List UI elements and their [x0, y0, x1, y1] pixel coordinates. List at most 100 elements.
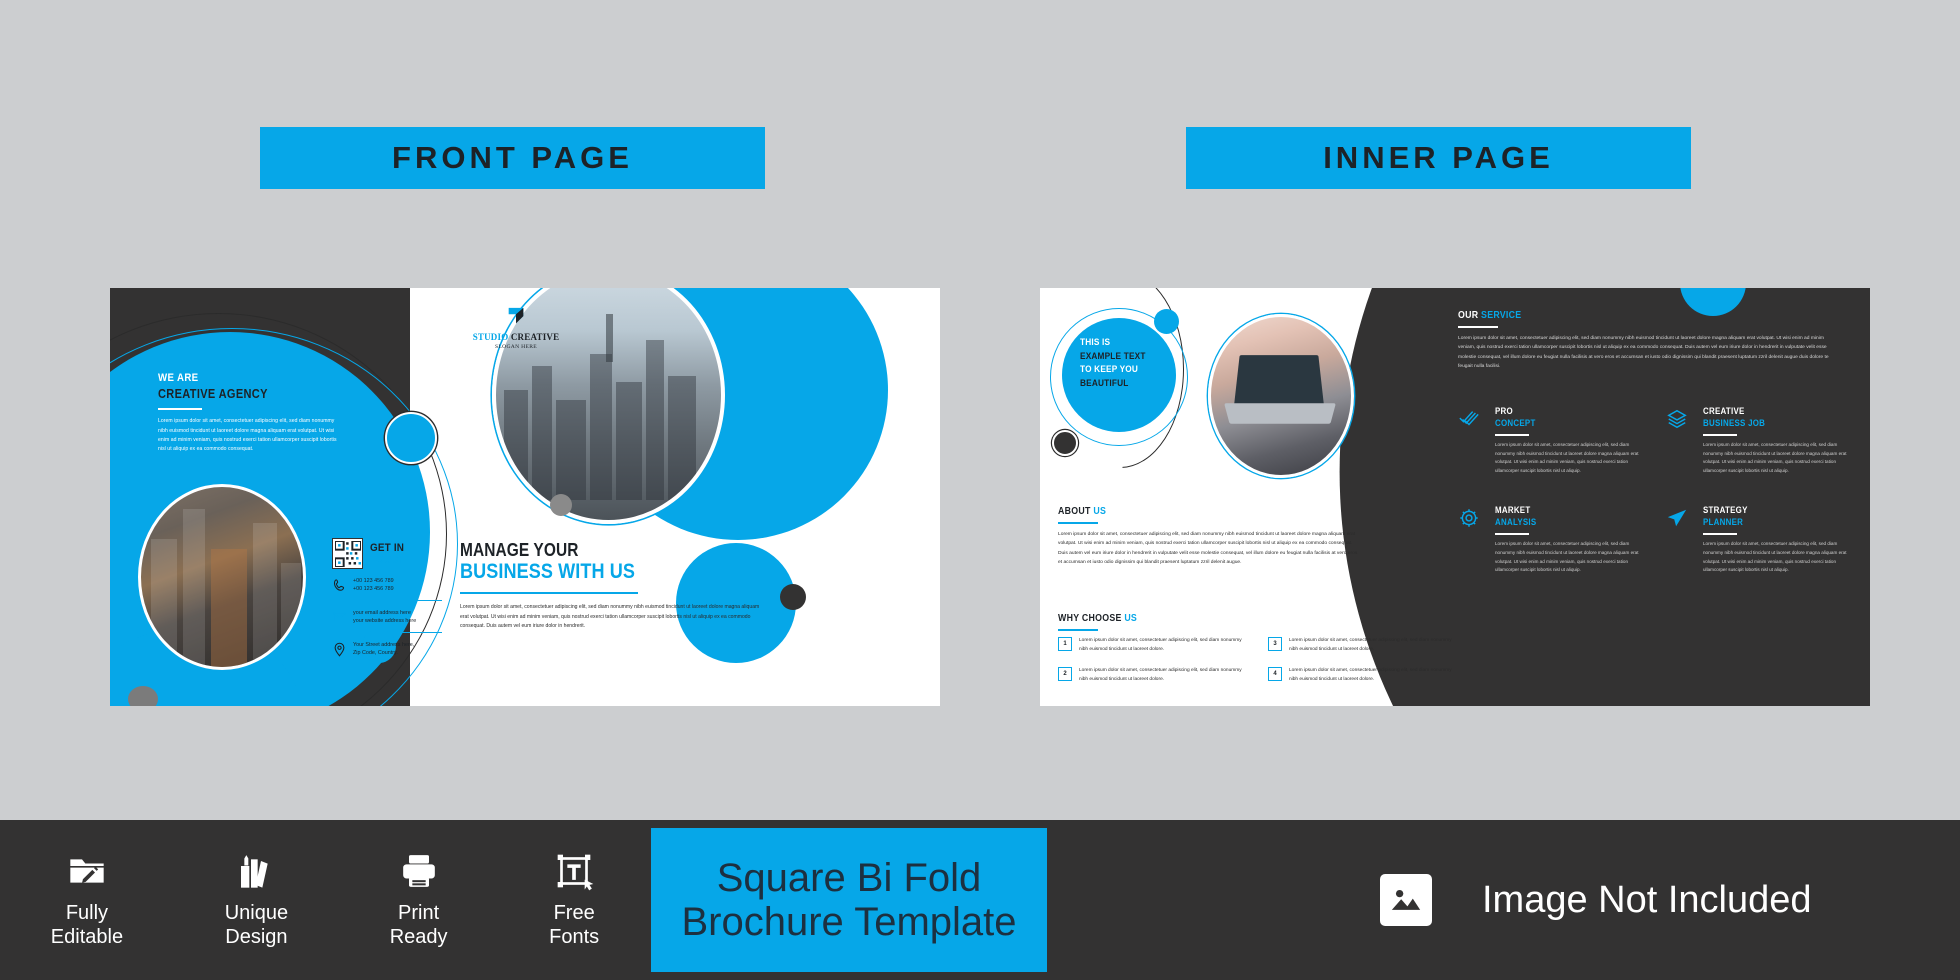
list-item: 3 Lorem ipsum dolor sit amet, consectetu… [1268, 637, 1458, 655]
feature-creative-business-job: CREATIVE BUSINESS JOB Lorem ipsum dolor … [1666, 406, 1858, 475]
headline-line2: BUSINESS WITH US [460, 560, 635, 583]
logo-word-creative: CREATIVE [510, 332, 560, 342]
inner-dark-dot [1052, 430, 1078, 456]
headline-body: Lorem ipsum dolor sit amet, consectetuer… [460, 604, 760, 629]
why-number-3: 3 [1268, 637, 1282, 652]
footer-bar: Fully Editable Unique Design Print Ready… [0, 820, 1960, 980]
website-text: your website address here [353, 618, 417, 625]
footer-feature-3-line2: Ready [389, 926, 448, 948]
why-text-4: Lorem ipsum dolor sit amet, consectetuer… [1289, 667, 1452, 682]
feature-title-2a: CREATIVE [1703, 406, 1745, 416]
quote-line4: BEAUTIFUL [1080, 377, 1129, 388]
why-title-part1: WHY CHOOSE [1058, 613, 1125, 624]
list-item: 2 Lorem ipsum dolor sit amet, consectetu… [1058, 666, 1248, 685]
laptop-screen [1233, 355, 1325, 407]
logo-wordmark: STUDIO CREATIVE [456, 332, 576, 342]
features-row-2: MARKET ANALYSIS Lorem ipsum dolor sit am… [1458, 505, 1858, 574]
feature-strategy-planner: STRATEGY PLANNER Lorem ipsum dolor sit a… [1666, 505, 1858, 574]
footer-feature-label-1: Fully Editable [51, 901, 123, 949]
feature-title-4b: PLANNER [1703, 517, 1744, 528]
quote-line1: THIS IS [1080, 337, 1111, 347]
our-service-section: OUR SERVICE Lorem ipsum dolor sit amet, … [1458, 310, 1838, 371]
headline-line1: MANAGE YOUR [460, 540, 579, 560]
books-ruler-icon [236, 851, 276, 891]
inner-blue-dot [1154, 309, 1179, 334]
get-in-touch-label: GET IN TOUCH [370, 542, 435, 566]
feature-divider-2 [1703, 434, 1737, 436]
about-body: Lorem ipsum dolor sit amet, consectetuer… [1058, 532, 1358, 565]
feature-market-text: MARKET ANALYSIS Lorem ipsum dolor sit am… [1489, 505, 1650, 574]
why-text-1: Lorem ipsum dolor sit amet, consectetuer… [1079, 638, 1242, 652]
laptop-base [1224, 403, 1336, 424]
footer-feature-unique-design: Unique Design [225, 851, 288, 949]
footer-feature-1-line1: Fully [65, 902, 109, 924]
why-choose-title: WHY CHOOSE US [1058, 613, 1410, 624]
feature-body-1: Lorem ipsum dolor sit amet, consectetuer… [1495, 442, 1639, 473]
footer-feature-list: Fully Editable Unique Design Print Ready… [0, 820, 650, 980]
feature-title-1a: PRO [1495, 406, 1513, 416]
feature-strategy-text: STRATEGY PLANNER Lorem ipsum dolor sit a… [1697, 505, 1858, 574]
address-text: Your Street address here, Zip Code, Coun… [353, 641, 414, 658]
why-title-part2: US [1124, 613, 1138, 624]
layers-icon [1666, 408, 1688, 430]
inner-quote-text: THIS IS EXAMPLE TEXT TO KEEP YOU BEAUTIF… [1080, 336, 1170, 390]
why-column-left: 1 Lorem ipsum dolor sit amet, consectetu… [1058, 637, 1248, 696]
front-page-banner: FRONT PAGE [260, 127, 765, 189]
footer-note-block: Image Not Included [1380, 820, 1812, 980]
logo-mark-icon [505, 306, 527, 328]
gear-icon [1458, 507, 1480, 529]
inner-page-mockup: THIS IS EXAMPLE TEXT TO KEEP YOU BEAUTIF… [1040, 288, 1870, 706]
poster-canvas: FRONT PAGE INNER PAGE WE ARE CREATIVE AG… [0, 0, 1960, 980]
feature-creative-text: CREATIVE BUSINESS JOB Lorem ipsum dolor … [1697, 406, 1858, 475]
footer-feature-2-line1: Unique [224, 902, 289, 924]
contact-column: GET IN TOUCH +00 123 456 789 +00 123 456… [332, 538, 442, 658]
footer-feature-label-4: Free Fonts [549, 901, 599, 949]
feature-title-1b: CONCEPT [1495, 418, 1536, 428]
front-center-blue-ring-dot [385, 412, 437, 464]
footer-feature-free-fonts: Free Fonts [549, 851, 599, 949]
phone-icon [332, 578, 347, 593]
front-page-banner-label: FRONT PAGE [392, 140, 633, 175]
inner-page-banner: INNER PAGE [1186, 127, 1691, 189]
footer-note-text: Image Not Included [1482, 878, 1812, 921]
feature-body-4: Lorem ipsum dolor sit amet, consectetuer… [1703, 541, 1847, 573]
address-line2: Zip Code, Country. [353, 650, 398, 657]
our-service-title-part1: OUR [1458, 310, 1482, 321]
footer-title-block: Square Bi Fold Brochure Template [651, 828, 1047, 972]
front-bottom-right-dark-dot [780, 584, 806, 610]
we-are-line1: WE ARE [158, 372, 199, 384]
footer-feature-label-2: Unique Design [225, 901, 288, 949]
we-are-line2: CREATIVE AGENCY [158, 387, 268, 401]
get-in-touch-row: GET IN TOUCH [332, 538, 442, 569]
text-tool-icon [554, 851, 594, 891]
feature-body-3: Lorem ipsum dolor sit amet, consectetuer… [1495, 541, 1639, 573]
why-choose-us-section: WHY CHOOSE US 1 Lorem ipsum dolor sit am… [1058, 613, 1458, 696]
our-service-title-part2: SERVICE [1481, 310, 1522, 321]
phone-numbers: +00 123 456 789 +00 123 456 789 [353, 577, 394, 594]
footer-feature-1-line2: Editable [50, 926, 124, 948]
feature-title-3a: MARKET [1495, 505, 1531, 516]
footer-feature-2-line2: Design [225, 926, 288, 948]
feature-title-2b: BUSINESS JOB [1703, 418, 1766, 428]
headline-block: MANAGE YOUR BUSINESS WITH US Lorem ipsum… [460, 540, 780, 631]
get-in-text: GET IN [370, 541, 405, 554]
list-item: 4 Lorem ipsum dolor sit amet, consectetu… [1268, 666, 1458, 685]
qr-code-icon [332, 538, 363, 569]
headline-divider [460, 592, 638, 595]
feature-pro-concept-text: PRO CONCEPT Lorem ipsum dolor sit amet, … [1489, 406, 1650, 475]
email-website: your email address here your website add… [353, 609, 416, 626]
why-number-1: 1 [1058, 637, 1072, 652]
why-choose-grid: 1 Lorem ipsum dolor sit amet, consectetu… [1058, 637, 1458, 696]
we-are-divider [158, 408, 202, 411]
about-title-part1: ABOUT [1058, 506, 1094, 517]
touch-text: TOUCH [370, 553, 406, 566]
address-row: Your Street address here, Zip Code, Coun… [332, 633, 442, 658]
why-column-right: 3 Lorem ipsum dolor sit amet, consectetu… [1268, 637, 1458, 696]
logo-slogan: SLOGAN HERE [495, 344, 537, 350]
about-divider [1058, 522, 1098, 525]
feature-divider-3 [1495, 533, 1529, 536]
footer-feature-fully-editable: Fully Editable [51, 851, 123, 949]
inner-photo-laptop [1208, 314, 1354, 478]
feature-divider-1 [1495, 434, 1529, 436]
folder-pencil-icon [67, 851, 107, 891]
